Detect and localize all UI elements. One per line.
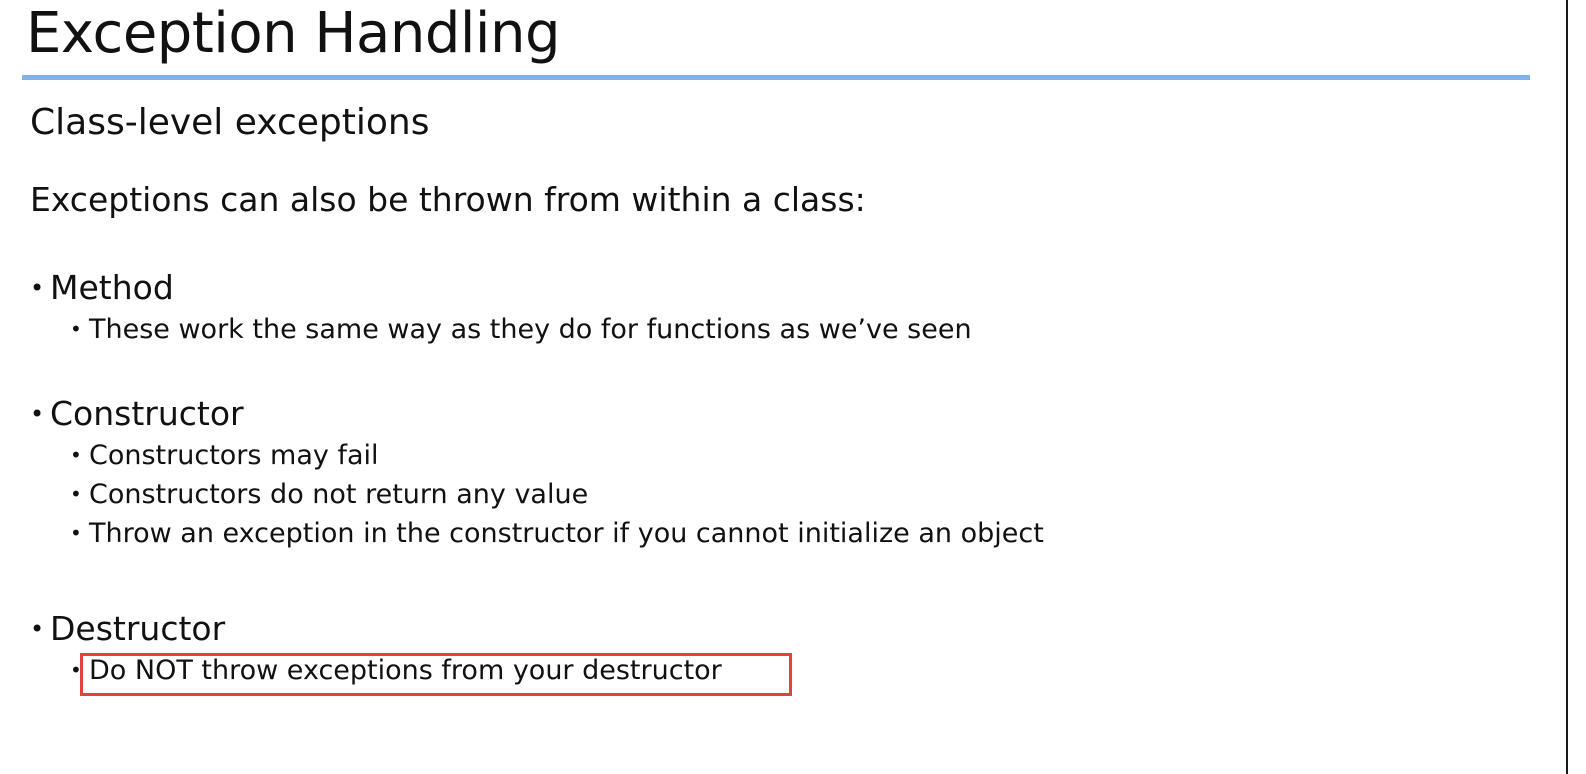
bullet-heading-destructor: Destructor — [50, 609, 226, 648]
bullet-destructor: • Destructor — [30, 609, 225, 649]
bullet-heading-method: Method — [50, 268, 174, 307]
bullet-dot: • — [30, 615, 45, 643]
sub-bullet-text: Constructors do not return any value — [89, 479, 589, 510]
slide-title: Exception Handling — [26, 1, 561, 66]
bullet-dot: • — [30, 274, 45, 302]
sub-bullet-constructor-1: • Constructors may fail — [70, 438, 379, 473]
bullet-constructor: • Constructor — [30, 394, 244, 434]
bullet-dot: • — [70, 521, 82, 545]
intro-text: Exceptions can also be thrown from withi… — [30, 180, 866, 219]
sub-bullet-text: Throw an exception in the constructor if… — [89, 518, 1044, 549]
slide-subtitle: Class-level exceptions — [30, 102, 430, 143]
sub-bullet-constructor-2: • Constructors do not return any value — [70, 477, 588, 512]
sub-bullet-constructor-3: • Throw an exception in the constructor i… — [70, 516, 1044, 551]
bullet-dot: • — [70, 317, 82, 341]
sub-bullet-method-1: • These work the same way as they do for … — [70, 312, 972, 347]
sub-bullet-text: Constructors may fail — [89, 440, 379, 471]
slide: Exception Handling Class-level exception… — [0, 0, 1586, 774]
bullet-dot: • — [70, 443, 82, 467]
title-underline — [22, 75, 1530, 80]
bullet-method: • Method — [30, 268, 174, 308]
bullet-heading-constructor: Constructor — [50, 394, 244, 433]
bullet-dot: • — [70, 482, 82, 506]
highlight-box — [80, 653, 792, 696]
sub-bullet-text: These work the same way as they do for f… — [89, 314, 972, 345]
bullet-dot: • — [30, 400, 45, 428]
slide-right-edge — [1566, 0, 1568, 774]
